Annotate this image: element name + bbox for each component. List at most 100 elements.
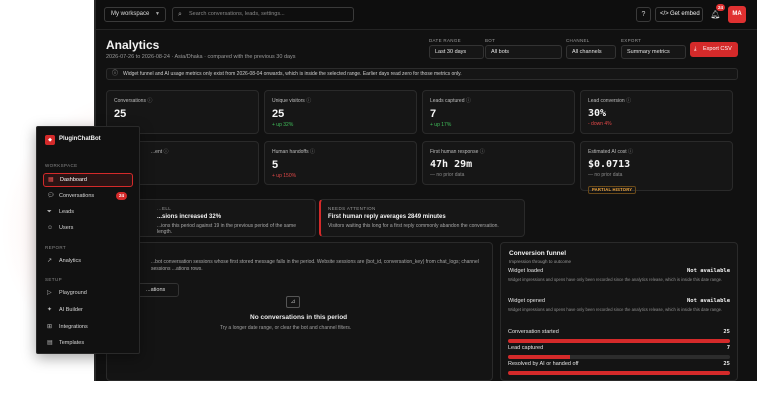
metric-label: Conversations bbox=[114, 98, 146, 104]
sidebar-item-leads[interactable]: ⏷ Leads bbox=[43, 205, 133, 219]
sidebar-item-users[interactable]: ☺ Users bbox=[43, 221, 133, 235]
sidebar-item-integrations[interactable]: ⊞ Integrations bbox=[43, 320, 133, 334]
metric-card-human-handoffs: Human handoffs ⓘ 5 + up 150% bbox=[264, 141, 417, 185]
metric-card-estimated-ai-cost: Estimated AI cost ⓘ $0.0713 — no prior d… bbox=[580, 141, 733, 194]
sidebar-section-report: REPORT bbox=[45, 245, 67, 250]
sidebar-item-conversations[interactable]: 💬︎ Conversations 24 bbox=[43, 189, 133, 203]
funnel-bar-fill bbox=[508, 355, 571, 359]
insight-desc: ...ions this period against 19 in the pr… bbox=[157, 223, 296, 235]
metric-label: Estimated AI cost bbox=[588, 149, 627, 155]
sidebar-item-label: Integrations bbox=[59, 324, 88, 330]
metric-label: Unique visitors bbox=[272, 98, 305, 104]
info-icon[interactable]: ⓘ bbox=[628, 149, 633, 155]
app-window: My workspace ▼ ⌕ Search conversations, l… bbox=[94, 0, 757, 381]
sidebar-item-label: Conversations bbox=[59, 193, 95, 199]
funnel-subtitle: Impression through to outcome bbox=[509, 259, 572, 264]
sidebar-item-ai-builder[interactable]: ✦ AI Builder bbox=[43, 303, 133, 317]
bot-label: BOT bbox=[485, 38, 496, 43]
help-icon[interactable]: ? bbox=[636, 7, 651, 22]
channel-select[interactable]: All channels bbox=[566, 45, 616, 59]
date-range-label: DATE RANGE bbox=[429, 38, 461, 43]
export-csv-label: Export CSV bbox=[703, 46, 732, 52]
conversations-panel: ...bot conversation sessions whose first… bbox=[106, 242, 493, 381]
funnel-row-name: Lead captured bbox=[508, 345, 544, 351]
empty-state-subtitle: Try a longer date range, or clear the bo… bbox=[220, 325, 352, 331]
funnel-bar-fill bbox=[508, 339, 730, 343]
sidebar-item-label: Users bbox=[59, 225, 74, 231]
metric-delta: + up 150% bbox=[272, 173, 297, 179]
logo-icon: ◆ bbox=[45, 135, 55, 145]
channel-filter: CHANNEL All channels bbox=[566, 38, 616, 59]
funnel-row-value: 7 bbox=[726, 345, 730, 351]
metric-label: First human response bbox=[430, 149, 479, 155]
metric-delta: — no prior data bbox=[430, 172, 465, 178]
metric-value: 30% bbox=[588, 108, 607, 119]
funnel-title: Conversion funnel bbox=[509, 250, 567, 257]
info-icon[interactable]: ⓘ bbox=[306, 98, 311, 104]
insight-desc: Visitors waiting this long for a first r… bbox=[328, 223, 499, 229]
funnel-row-note: Widget impressions and opens have only b… bbox=[508, 277, 723, 282]
funnel-row-lead-captured: Lead captured 7 bbox=[508, 345, 730, 361]
user-icon: ☺ bbox=[47, 225, 54, 231]
workspace-label: My workspace bbox=[111, 11, 150, 17]
sidebar-item-label: Analytics bbox=[59, 258, 82, 264]
metric-value: $0.0713 bbox=[588, 159, 631, 170]
insight-label: ...ELL bbox=[157, 206, 172, 211]
funnel-row-name: Conversation started bbox=[508, 329, 559, 335]
info-icon[interactable]: ⓘ bbox=[147, 98, 152, 104]
export-csv-button[interactable]: ⤓ Export CSV bbox=[690, 42, 738, 57]
bot-filter: BOT All bots bbox=[485, 38, 562, 59]
info-icon[interactable]: ⓘ bbox=[310, 149, 315, 155]
sparkle-icon: ✦ bbox=[47, 307, 53, 313]
metric-value: 47h 29m bbox=[430, 159, 473, 170]
metric-delta: - down 4% bbox=[588, 121, 612, 127]
sidebar-item-analytics[interactable]: ↗ Analytics bbox=[43, 254, 133, 268]
funnel-row-widget-opened: Widget opened Not available Widget impre… bbox=[508, 298, 730, 324]
insight-label: NEEDS ATTENTION bbox=[328, 206, 376, 211]
sidebar-item-label: Playground bbox=[59, 290, 87, 296]
notification-badge: 24 bbox=[716, 4, 726, 11]
funnel-bar-fill bbox=[508, 371, 730, 375]
bot-select[interactable]: All bots bbox=[485, 45, 562, 59]
info-notice: ⓘ Widget funnel and AI usage metrics onl… bbox=[106, 68, 738, 80]
metric-value: 5 bbox=[272, 159, 279, 171]
info-icon[interactable]: ⓘ bbox=[466, 98, 471, 104]
sidebar-section-setup: SETUP bbox=[45, 277, 63, 282]
sidebar-item-templates[interactable]: ▤ Templates bbox=[43, 336, 133, 350]
export-select[interactable]: Summary metrics bbox=[621, 45, 686, 59]
funnel-row-value: 25 bbox=[723, 329, 730, 335]
search-icon: ⌕ bbox=[178, 11, 182, 18]
sidebar-item-dashboard[interactable]: ▦ Dashboard bbox=[43, 173, 133, 187]
conversations-badge: 24 bbox=[115, 192, 127, 200]
avatar[interactable]: MA bbox=[728, 6, 746, 23]
metric-value: 25 bbox=[272, 108, 285, 120]
sidebar-item-label: Dashboard bbox=[60, 177, 87, 183]
metric-delta: + up 17% bbox=[430, 122, 452, 128]
get-embed-button[interactable]: </> Get embed bbox=[655, 7, 703, 22]
partial-history-badge: PARTIAL HISTORY bbox=[588, 186, 637, 194]
search-input[interactable]: ⌕ Search conversations, leads, settings.… bbox=[172, 7, 354, 22]
metric-delta: + up 32% bbox=[272, 122, 294, 128]
metric-value: 25 bbox=[114, 108, 127, 120]
workspace-select[interactable]: My workspace ▼ bbox=[104, 7, 166, 22]
sidebar-item-label: Templates bbox=[59, 340, 85, 346]
chevron-down-icon: ▼ bbox=[155, 11, 160, 17]
search-placeholder: Search conversations, leads, settings... bbox=[189, 11, 285, 17]
insight-title: ...sions increased 32% bbox=[157, 214, 222, 220]
doc-icon: ▤ bbox=[47, 340, 53, 346]
info-icon[interactable]: ⓘ bbox=[480, 149, 485, 155]
notice-text: Widget funnel and AI usage metrics only … bbox=[123, 71, 462, 77]
info-icon[interactable]: ⓘ bbox=[626, 98, 631, 104]
conversations-panel-desc: ...bot conversation sessions whose first… bbox=[151, 259, 479, 272]
funnel-row-resolved: Resolved by AI or handed off 25 bbox=[508, 361, 730, 377]
play-icon: ▷ bbox=[47, 290, 52, 296]
sidebar-item-label: Leads bbox=[59, 209, 74, 215]
info-icon[interactable]: ⓘ bbox=[164, 149, 169, 155]
sidebar: ◆ PluginChatBot WORKSPACE ▦ Dashboard 💬︎… bbox=[36, 126, 140, 354]
date-range-select[interactable]: Last 30 days bbox=[429, 45, 484, 59]
funnel-row-note: Widget impressions and opens have only b… bbox=[508, 307, 723, 312]
export-filter: EXPORT Summary metrics bbox=[621, 38, 686, 59]
channel-label: CHANNEL bbox=[566, 38, 590, 43]
metric-delta: — no prior data bbox=[588, 172, 623, 178]
sidebar-item-playground[interactable]: ▷ Playground bbox=[43, 286, 133, 300]
